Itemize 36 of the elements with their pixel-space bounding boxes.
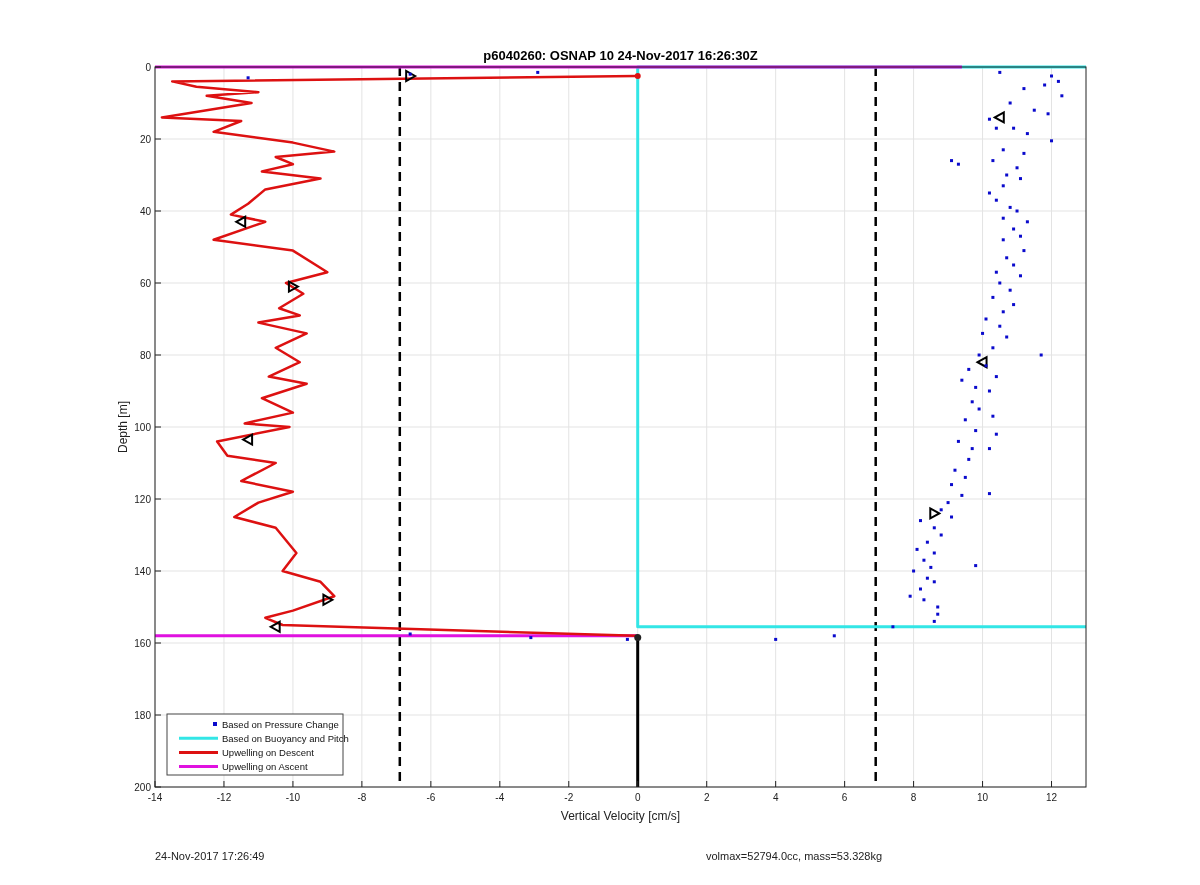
figure-info: volmax=52794.0cc, mass=53.328kg: [706, 850, 884, 862]
tick-label: -14: [147, 792, 163, 803]
timestamp: 24-Nov-2017 17:26:49: [155, 850, 266, 862]
tick-label: 200: [134, 782, 151, 793]
tick-label: 120: [134, 494, 151, 505]
legend-label: Upwelling on Ascent: [222, 761, 308, 773]
tick-label: 80: [139, 350, 151, 361]
tick-label: 0: [145, 62, 151, 73]
legend-label: Based on Pressure Change: [222, 718, 339, 730]
tick-label: -10: [285, 792, 301, 803]
tick-label: -4: [495, 792, 505, 803]
tick-label: 40: [139, 206, 151, 217]
tick-label: 8: [910, 792, 917, 803]
tick-label: -2: [564, 792, 574, 803]
tick-label: 10: [977, 792, 989, 803]
tick-label: 60: [139, 278, 151, 289]
tick-label: -12: [216, 792, 232, 803]
tick-label: 180: [134, 710, 151, 721]
data-point: [634, 634, 642, 642]
tick-label: 12: [1045, 792, 1058, 803]
tick-label: 160: [134, 638, 151, 649]
tick-label: 4: [772, 792, 779, 803]
chart-title: p6040260: OSNAP 10 24-Nov-2017 16:26:30Z: [483, 48, 758, 63]
tick-label: 100: [134, 422, 151, 433]
axis-label: Vertical Velocity [cm/s]: [560, 809, 681, 823]
tick-label: 0: [634, 792, 641, 803]
tick-label: 6: [841, 792, 848, 803]
data-point: [634, 73, 641, 79]
legend-label: Upwelling on Descent: [222, 746, 314, 758]
tick-label: 140: [134, 566, 151, 577]
tick-label: -8: [357, 792, 367, 803]
legend-label: Based on Buoyancy and Pitch: [222, 732, 349, 744]
tick-label: -6: [426, 792, 436, 803]
tick-label: 20: [139, 134, 151, 145]
tick-label: 2: [703, 792, 710, 803]
axis-label: Depth [m]: [116, 401, 130, 453]
